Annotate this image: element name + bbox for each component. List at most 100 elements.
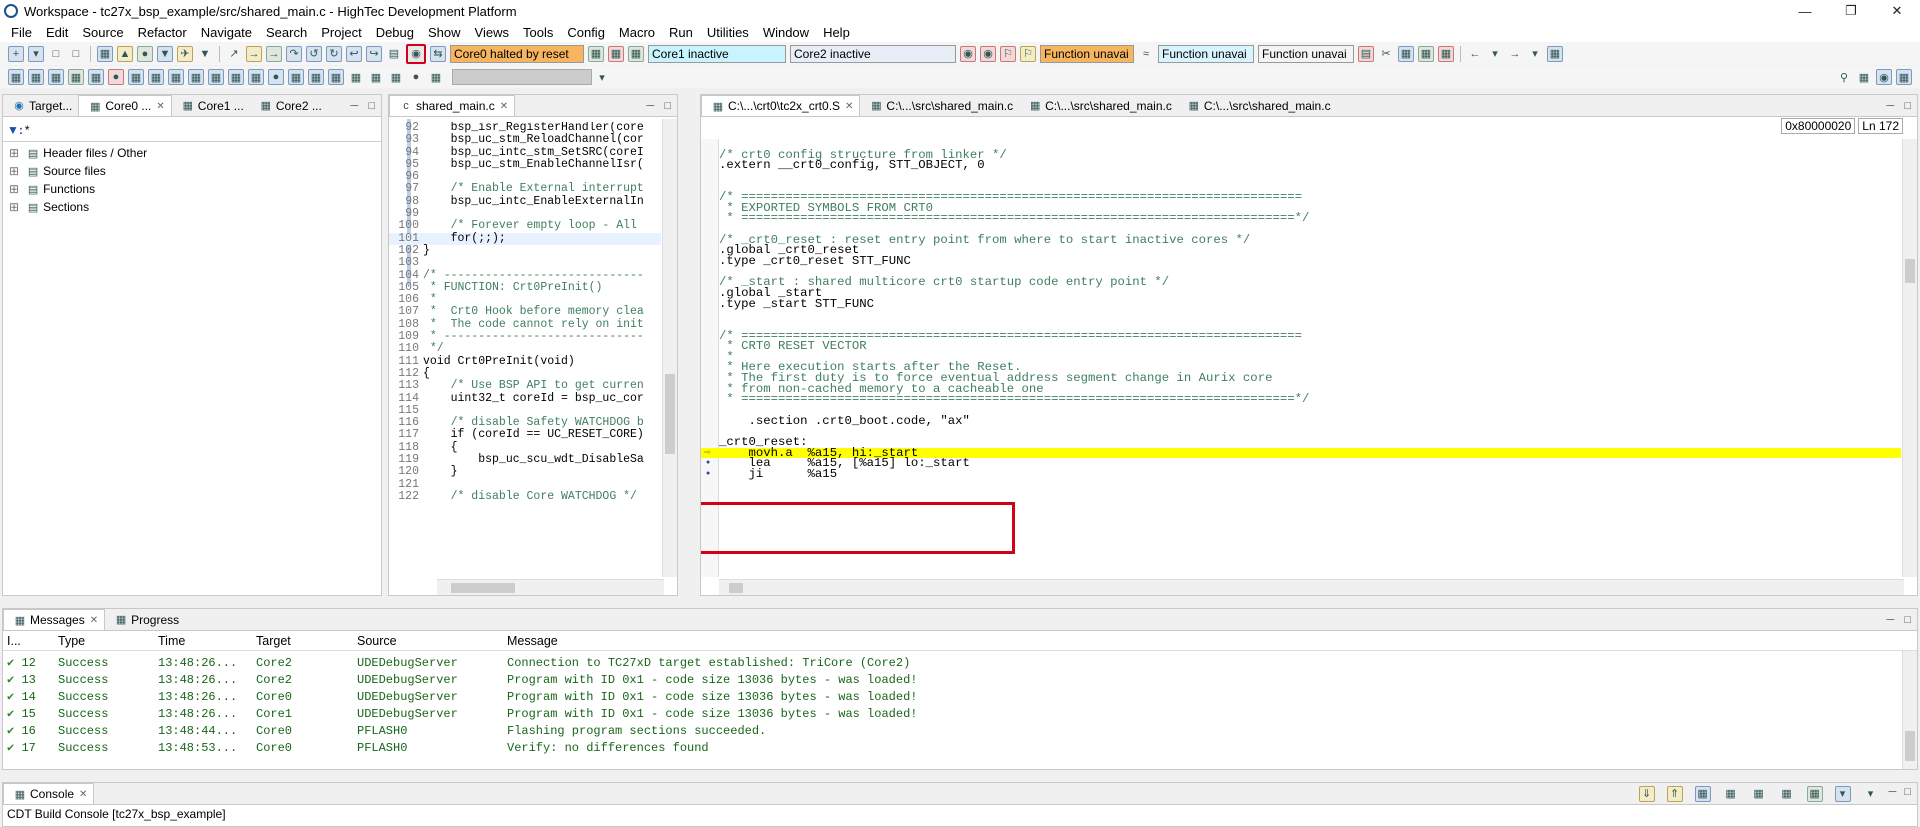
menu-refactor[interactable]: Refactor	[131, 25, 194, 40]
open-icon[interactable]: ▾	[28, 45, 44, 62]
display-console-icon[interactable]: ▦	[1806, 785, 1823, 802]
chart-icon[interactable]: ≈	[1138, 46, 1154, 62]
step-cycle-icon[interactable]: ↪	[366, 45, 382, 62]
hightec-perspective-icon[interactable]: ▦	[1896, 69, 1912, 85]
menu-config[interactable]: Config	[560, 25, 612, 40]
halt-core-icon[interactable]: ▦	[608, 45, 624, 62]
menu-file[interactable]: File	[4, 25, 39, 40]
watchpoint-icon[interactable]: ◉	[980, 45, 996, 62]
tab-progress[interactable]: ▦ Progress	[105, 609, 185, 630]
step-into-icon[interactable]: →	[246, 45, 262, 62]
step-line-icon[interactable]: ↻	[326, 45, 342, 62]
flash-icon[interactable]: ✈	[177, 45, 193, 62]
clear-console-icon[interactable]: ▦	[1751, 786, 1767, 802]
step-out-icon[interactable]: ↩	[346, 45, 362, 62]
scroll-up-icon[interactable]: ⇑	[1666, 785, 1683, 802]
reset-all-icon[interactable]: ⇆	[430, 45, 446, 62]
close-icon[interactable]: ✕	[156, 101, 164, 112]
horizontal-scrollbar[interactable]	[437, 579, 664, 595]
view3-icon[interactable]: ▦	[48, 69, 64, 85]
save-all-icon[interactable]: □	[68, 46, 84, 62]
maximize-icon[interactable]: □	[664, 100, 671, 112]
marker-icon[interactable]: ↗	[226, 46, 242, 62]
minimize-icon[interactable]: ─	[351, 100, 359, 112]
tree-item[interactable]: ⊞ ▤ Header files / Other	[9, 144, 381, 162]
menu-project[interactable]: Project	[314, 25, 368, 40]
maximize-icon[interactable]: □	[1904, 100, 1911, 112]
view20-icon[interactable]: ▦	[428, 69, 444, 85]
menu-navigate[interactable]: Navigate	[194, 25, 259, 40]
view6-icon[interactable]: ▦	[128, 69, 144, 85]
maximize-icon[interactable]: □	[1904, 786, 1911, 802]
trace-icon[interactable]: ⚐	[1000, 45, 1016, 62]
view15-icon[interactable]: ▦	[328, 69, 344, 85]
menu-help[interactable]: Help	[816, 25, 857, 40]
view10-icon[interactable]: ▦	[208, 69, 224, 85]
step-asm-icon[interactable]: ↺	[306, 45, 322, 62]
step-return-icon[interactable]: ↷	[286, 45, 302, 62]
step-over-icon[interactable]: →	[266, 45, 282, 62]
view19-icon[interactable]: ●	[408, 69, 424, 85]
build-config-icon[interactable]: ▦	[97, 45, 113, 62]
save-icon[interactable]: □	[48, 46, 64, 62]
back-dropdown-icon[interactable]: ▾	[1487, 46, 1503, 62]
message-row[interactable]: ✔ 15 Success 13:48:26... Core1 UDEDebugServe…	[3, 705, 1917, 722]
restore-button[interactable]: ❐	[1828, 0, 1874, 22]
vertical-scrollbar[interactable]	[1902, 651, 1917, 769]
maximize-icon[interactable]: □	[1904, 614, 1911, 626]
record-icon[interactable]: ●	[108, 69, 124, 85]
column-time[interactable]: Time	[154, 634, 252, 648]
tree-item[interactable]: ⊞ ▤ Source files	[9, 162, 381, 180]
view2-icon[interactable]: ▦	[28, 69, 44, 85]
message-row[interactable]: ✔ 16 Success 13:48:44... Core0 PFLASH0 Flashi…	[3, 722, 1917, 739]
register-icon[interactable]: ▦	[1438, 45, 1454, 62]
build-icon[interactable]: ▲	[117, 45, 133, 62]
close-icon[interactable]: ✕	[90, 615, 98, 626]
view9-icon[interactable]: ▦	[188, 69, 204, 85]
run-debug-icon[interactable]: ●	[137, 45, 153, 62]
message-row[interactable]: ✔ 17 Success 13:48:53... Core0 PFLASH0 Verify…	[3, 739, 1917, 756]
memory-icon[interactable]: ▦	[1418, 45, 1434, 62]
column-message[interactable]: Message	[503, 634, 1503, 648]
column-source[interactable]: Source	[353, 634, 503, 648]
back-icon[interactable]: ←	[1467, 46, 1483, 62]
open-perspective-icon[interactable]: ▦	[1856, 69, 1872, 85]
message-row[interactable]: ✔ 14 Success 13:48:26... Core0 UDEDebugServe…	[3, 688, 1917, 705]
disassembly-icon[interactable]: ▤	[386, 46, 402, 62]
copy-icon[interactable]: ▦	[1398, 45, 1414, 62]
menu-search[interactable]: Search	[259, 25, 314, 40]
vertical-scrollbar[interactable]	[1902, 139, 1917, 577]
view17-icon[interactable]: ▦	[368, 69, 384, 85]
message-row[interactable]: ✔ 13 Success 13:48:26... Core2 UDEDebugServe…	[3, 671, 1917, 688]
tab-target[interactable]: ◉ Target...	[3, 95, 78, 116]
menu-views[interactable]: Views	[468, 25, 516, 40]
tab-shared-main-3[interactable]: ▦ C:\...\src\shared_main.c	[1019, 95, 1178, 116]
search-icon[interactable]: ⚲	[1836, 69, 1852, 85]
scroll-down-icon[interactable]: ⇓	[1638, 785, 1655, 802]
view7-icon[interactable]: ▦	[148, 69, 164, 85]
scrollbar-thumb[interactable]	[451, 583, 515, 593]
minimize-icon[interactable]: ─	[647, 100, 655, 112]
scrollbar-thumb[interactable]	[729, 583, 743, 593]
perspective-icon[interactable]: ▦	[1547, 45, 1563, 62]
maximize-icon[interactable]: □	[368, 100, 375, 112]
expand-icon[interactable]: ⊞	[9, 164, 19, 178]
menu-utilities[interactable]: Utilities	[700, 25, 756, 40]
tree-item[interactable]: ⊞ ▤ Sections	[9, 198, 381, 216]
code-area[interactable]: 92 bsp_isr_RegisterHandler(core 93 bsp_uc…	[389, 122, 661, 574]
remove-console-icon[interactable]: ▦	[1779, 786, 1795, 802]
script-combo[interactable]	[452, 69, 592, 85]
tab-console[interactable]: ▦ Console ✕	[3, 783, 95, 804]
minimize-icon[interactable]: ─	[1887, 100, 1895, 112]
scrollbar-thumb[interactable]	[665, 374, 675, 454]
new-console-icon[interactable]: ▾	[1834, 785, 1851, 802]
scissors-icon[interactable]: ✂	[1378, 46, 1394, 62]
tools-icon[interactable]: ▼	[197, 46, 213, 62]
forward-dropdown-icon[interactable]: ▾	[1527, 46, 1543, 62]
message-row[interactable]: ✔ 12 Success 13:48:26... Core2 UDEDebugServe…	[3, 654, 1917, 671]
tree-item[interactable]: ⊞ ▤ Functions	[9, 180, 381, 198]
debug-perspective-icon[interactable]: ◉	[1876, 69, 1892, 85]
tab-core2[interactable]: ▦ Core2 ...	[250, 95, 328, 116]
view14-icon[interactable]: ▦	[308, 69, 324, 85]
column-target[interactable]: Target	[252, 634, 353, 648]
